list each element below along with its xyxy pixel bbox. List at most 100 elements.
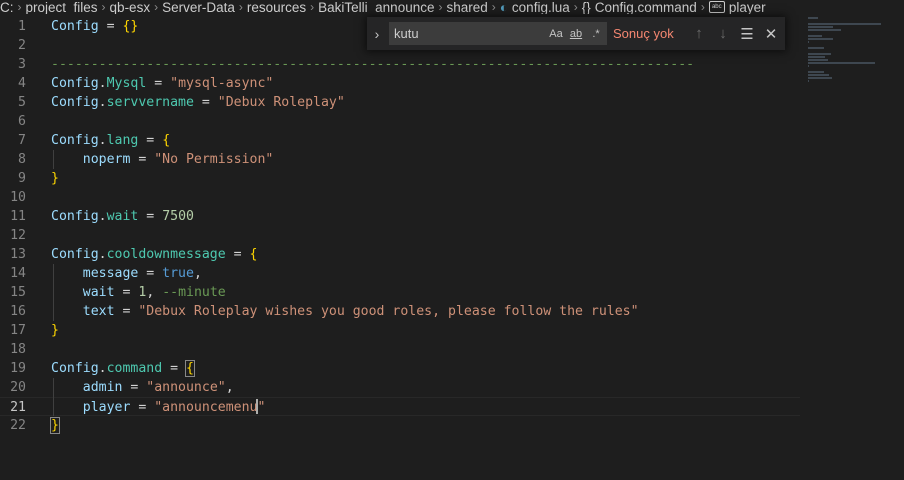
code-token: true: [162, 266, 194, 281]
code-token: Config: [51, 76, 99, 91]
minimap[interactable]: [808, 17, 888, 83]
line-code: wait = 1, --minute: [51, 283, 226, 302]
code-line[interactable]: 13 Config.cooldownmessage = {: [0, 245, 800, 264]
breadcrumb-item[interactable]: project_files: [26, 0, 98, 14]
breadcrumb-item[interactable]: shared: [446, 0, 487, 14]
code-line[interactable]: 18: [0, 340, 800, 359]
code-line[interactable]: 22}: [0, 416, 800, 435]
code-line[interactable]: 5 Config.servvername = "Debux Roleplay": [0, 93, 800, 112]
minimap-line: [808, 17, 888, 19]
code-token: =: [114, 304, 139, 319]
line-number: 3: [18, 57, 26, 72]
code-token: noperm: [82, 152, 131, 167]
code-token: {}: [122, 19, 139, 34]
object-symbol-icon: {}: [581, 0, 591, 14]
code-token: }: [50, 417, 60, 434]
close-icon[interactable]: ✕: [759, 25, 783, 43]
code-token: ----------------------------------------…: [51, 57, 695, 72]
minimap-line: [808, 59, 888, 61]
minimap-line: [808, 80, 888, 82]
code-line[interactable]: 11 Config.wait = 7500: [0, 207, 800, 226]
minimap-line: [808, 62, 888, 64]
breadcrumb-item[interactable]: BakiTelli_announce: [318, 0, 434, 14]
breadcrumb-item[interactable]: resources: [247, 0, 306, 14]
code-token: admin: [82, 380, 123, 395]
previous-match-icon[interactable]: ↑: [687, 25, 711, 42]
minimap-line: [808, 68, 888, 70]
line-number: 21: [10, 400, 26, 415]
code-token: =: [98, 19, 123, 34]
minimap-line: [808, 74, 888, 76]
indent-guide: [53, 378, 54, 416]
code-line[interactable]: 14 message = true,: [0, 264, 800, 283]
line-number: 20: [10, 380, 26, 395]
indent-guide: [53, 150, 54, 169]
minimap-bar: [808, 35, 822, 37]
code-token: ,: [193, 266, 202, 281]
breadcrumb-item[interactable]: C:: [0, 0, 14, 14]
match-case-icon[interactable]: Aa: [546, 28, 566, 40]
breadcrumb-separator-icon: ›: [491, 0, 496, 14]
code-line[interactable]: 7 Config.lang = {: [0, 131, 800, 150]
code-token: Mysql: [106, 76, 147, 91]
line-number: 1: [18, 19, 26, 34]
minimap-bar: [808, 71, 825, 73]
breadcrumb: C: › project_files › qb-esx › Server-Data › reso…: [0, 0, 904, 14]
breadcrumb-item[interactable]: Server-Data: [162, 0, 235, 14]
code-line[interactable]: 12: [0, 226, 800, 245]
code-token: --minute: [162, 285, 226, 300]
line-code: }: [51, 169, 59, 188]
code-token: "Debux Roleplay": [217, 95, 345, 110]
find-input[interactable]: [390, 25, 546, 42]
string-symbol-icon: abc: [708, 1, 725, 13]
code-token: "No Permission": [154, 152, 274, 167]
indent-guide: [53, 264, 54, 321]
code-token: wait: [106, 209, 139, 224]
line-number: 19: [10, 361, 26, 376]
code-line[interactable]: 4 Config.Mysql = "mysql-async": [0, 74, 800, 93]
minimap-bar: [808, 23, 881, 25]
code-line[interactable]: 19 Config.command = {: [0, 359, 800, 378]
code-token: {: [185, 360, 195, 377]
minimap-bar: [808, 17, 818, 19]
breadcrumb-item[interactable]: player: [729, 0, 766, 14]
code-token: Config: [51, 133, 99, 148]
code-token: =: [162, 361, 186, 376]
code-line[interactable]: 17}: [0, 321, 800, 340]
minimap-line: [808, 47, 888, 49]
find-input-box[interactable]: Aa ab .*: [389, 22, 607, 45]
code-token: ,: [146, 285, 163, 300]
code-line[interactable]: 6: [0, 112, 800, 131]
toggle-replace-icon[interactable]: ›: [367, 26, 387, 42]
code-token: }: [51, 171, 59, 186]
code-token: =: [114, 285, 139, 300]
code-token: =: [138, 133, 163, 148]
code-line[interactable]: 3 ---------------------------------------…: [0, 55, 800, 74]
minimap-bar: [808, 59, 828, 61]
code-line[interactable]: 16 text = "Debux Roleplay wishes you goo…: [0, 302, 800, 321]
find-in-selection-icon[interactable]: ☰: [735, 25, 759, 43]
code-line[interactable]: 10: [0, 188, 800, 207]
code-token: =: [193, 95, 218, 110]
code-line[interactable]: 8 noperm = "No Permission": [0, 150, 800, 169]
breadcrumb-item[interactable]: Config.command: [595, 0, 697, 14]
breadcrumb-item[interactable]: config.lua: [512, 0, 570, 14]
line-number: 6: [18, 114, 26, 129]
code-line[interactable]: 15 wait = 1, --minute: [0, 283, 800, 302]
breadcrumb-separator-icon: ›: [573, 0, 578, 14]
breadcrumb-item[interactable]: qb-esx: [110, 0, 151, 14]
next-match-icon[interactable]: ↓: [711, 25, 735, 42]
code-token: .: [98, 209, 107, 224]
line-number: 22: [10, 418, 26, 433]
code-token: "mysql-async": [170, 76, 274, 91]
regex-icon[interactable]: .*: [586, 28, 606, 40]
whole-word-icon[interactable]: ab: [566, 28, 586, 40]
code-editor[interactable]: 1 Config = {} 2 3 --------------------------…: [0, 17, 800, 435]
breadcrumb-separator-icon: ›: [17, 0, 22, 14]
code-line[interactable]: 9}: [0, 169, 800, 188]
code-line[interactable]: 21 player = "announcemenu": [0, 397, 800, 416]
code-token: servvername: [106, 95, 194, 110]
code-line[interactable]: 20 admin = "announce",: [0, 378, 800, 397]
